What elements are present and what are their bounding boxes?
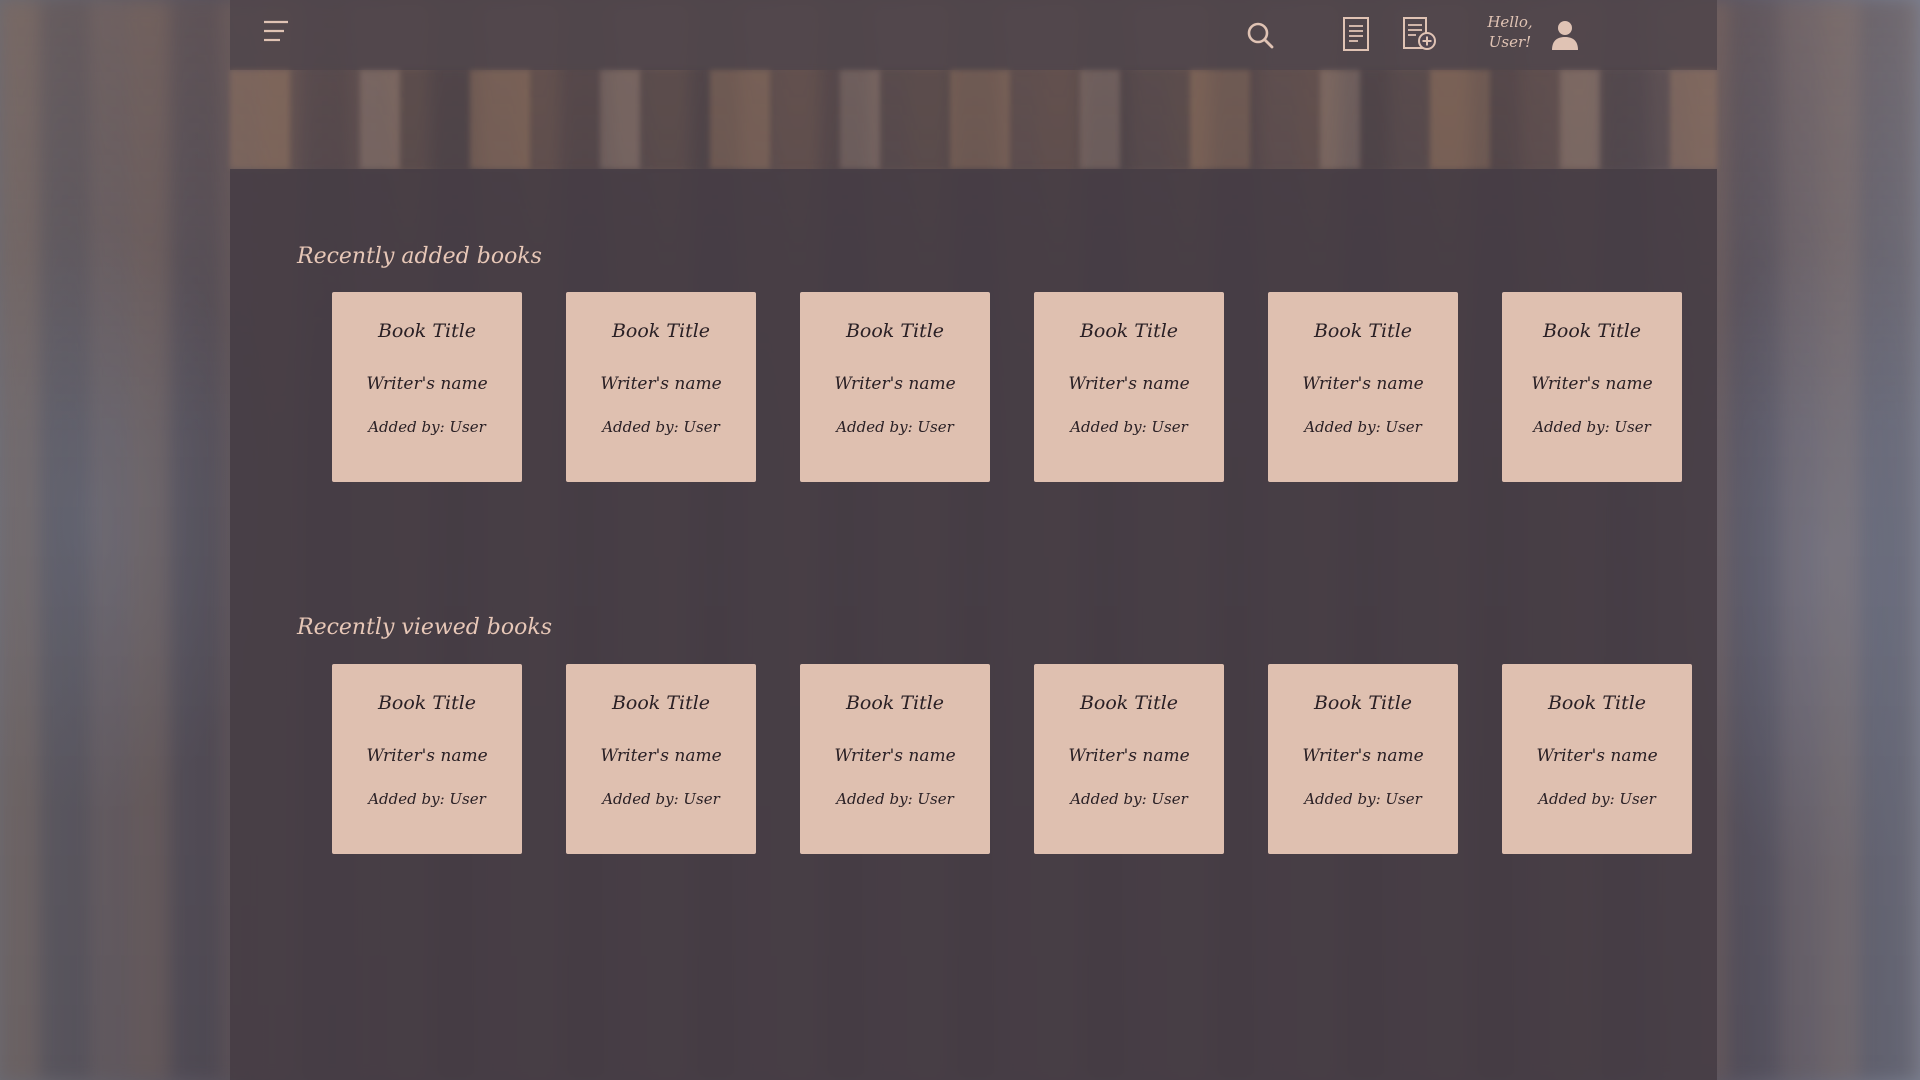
book-writer: Writer's name <box>366 374 488 394</box>
book-title: Book Title <box>845 692 945 714</box>
book-card[interactable]: Book Title Writer's name Added by: User <box>1034 664 1224 854</box>
book-card[interactable]: Book Title Writer's name Added by: User <box>332 292 522 482</box>
book-writer: Writer's name <box>600 746 722 766</box>
book-added-by: Added by: User <box>1304 418 1422 436</box>
book-writer: Writer's name <box>1068 374 1190 394</box>
book-added-by: Added by: User <box>836 418 954 436</box>
book-added-by: Added by: User <box>836 790 954 808</box>
book-card[interactable]: Book Title Writer's name Added by: User <box>1268 292 1458 482</box>
book-added-by: Added by: User <box>602 790 720 808</box>
hamburger-menu-icon[interactable] <box>262 18 290 46</box>
book-added-by: Added by: User <box>1070 790 1188 808</box>
book-added-by: Added by: User <box>1533 418 1651 436</box>
section-title-recently-added: Recently added books <box>297 244 542 269</box>
book-title: Book Title <box>1313 692 1413 714</box>
document-add-icon[interactable] <box>1402 16 1438 52</box>
book-added-by: Added by: User <box>1538 790 1656 808</box>
search-icon[interactable] <box>1245 20 1275 50</box>
book-added-by: Added by: User <box>368 790 486 808</box>
book-card[interactable]: Book Title Writer's name Added by: User <box>1502 292 1682 482</box>
book-title: Book Title <box>1542 320 1642 342</box>
book-writer: Writer's name <box>1531 374 1653 394</box>
book-card[interactable]: Book Title Writer's name Added by: User <box>800 664 990 854</box>
book-title: Book Title <box>377 692 477 714</box>
book-title: Book Title <box>611 320 711 342</box>
book-writer: Writer's name <box>1068 746 1190 766</box>
book-added-by: Added by: User <box>368 418 486 436</box>
book-card[interactable]: Book Title Writer's name Added by: User <box>566 292 756 482</box>
user-icon[interactable] <box>1548 18 1582 52</box>
user-greeting: Hello, User! <box>1480 12 1540 52</box>
book-writer: Writer's name <box>1302 374 1424 394</box>
greeting-line-2: User! <box>1488 33 1532 51</box>
book-writer: Writer's name <box>834 374 956 394</box>
book-writer: Writer's name <box>600 374 722 394</box>
book-card[interactable]: Book Title Writer's name Added by: User <box>566 664 756 854</box>
book-card[interactable]: Book Title Writer's name Added by: User <box>1034 292 1224 482</box>
greeting-line-1: Hello, <box>1487 13 1533 31</box>
section-title-recently-viewed: Recently viewed books <box>297 615 552 640</box>
book-added-by: Added by: User <box>1304 790 1422 808</box>
book-card[interactable]: Book Title Writer's name Added by: User <box>800 292 990 482</box>
book-card[interactable]: Book Title Writer's name Added by: User <box>1502 664 1692 854</box>
book-writer: Writer's name <box>1302 746 1424 766</box>
book-title: Book Title <box>377 320 477 342</box>
book-writer: Writer's name <box>366 746 488 766</box>
book-card[interactable]: Book Title Writer's name Added by: User <box>1268 664 1458 854</box>
book-added-by: Added by: User <box>602 418 720 436</box>
book-added-by: Added by: User <box>1070 418 1188 436</box>
book-title: Book Title <box>1079 692 1179 714</box>
book-writer: Writer's name <box>834 746 956 766</box>
book-title: Book Title <box>1313 320 1413 342</box>
document-icon[interactable] <box>1340 16 1372 52</box>
book-title: Book Title <box>1547 692 1647 714</box>
book-title: Book Title <box>1079 320 1179 342</box>
book-title: Book Title <box>845 320 945 342</box>
book-title: Book Title <box>611 692 711 714</box>
header-banner <box>230 70 1717 169</box>
book-card[interactable]: Book Title Writer's name Added by: User <box>332 664 522 854</box>
book-writer: Writer's name <box>1536 746 1658 766</box>
